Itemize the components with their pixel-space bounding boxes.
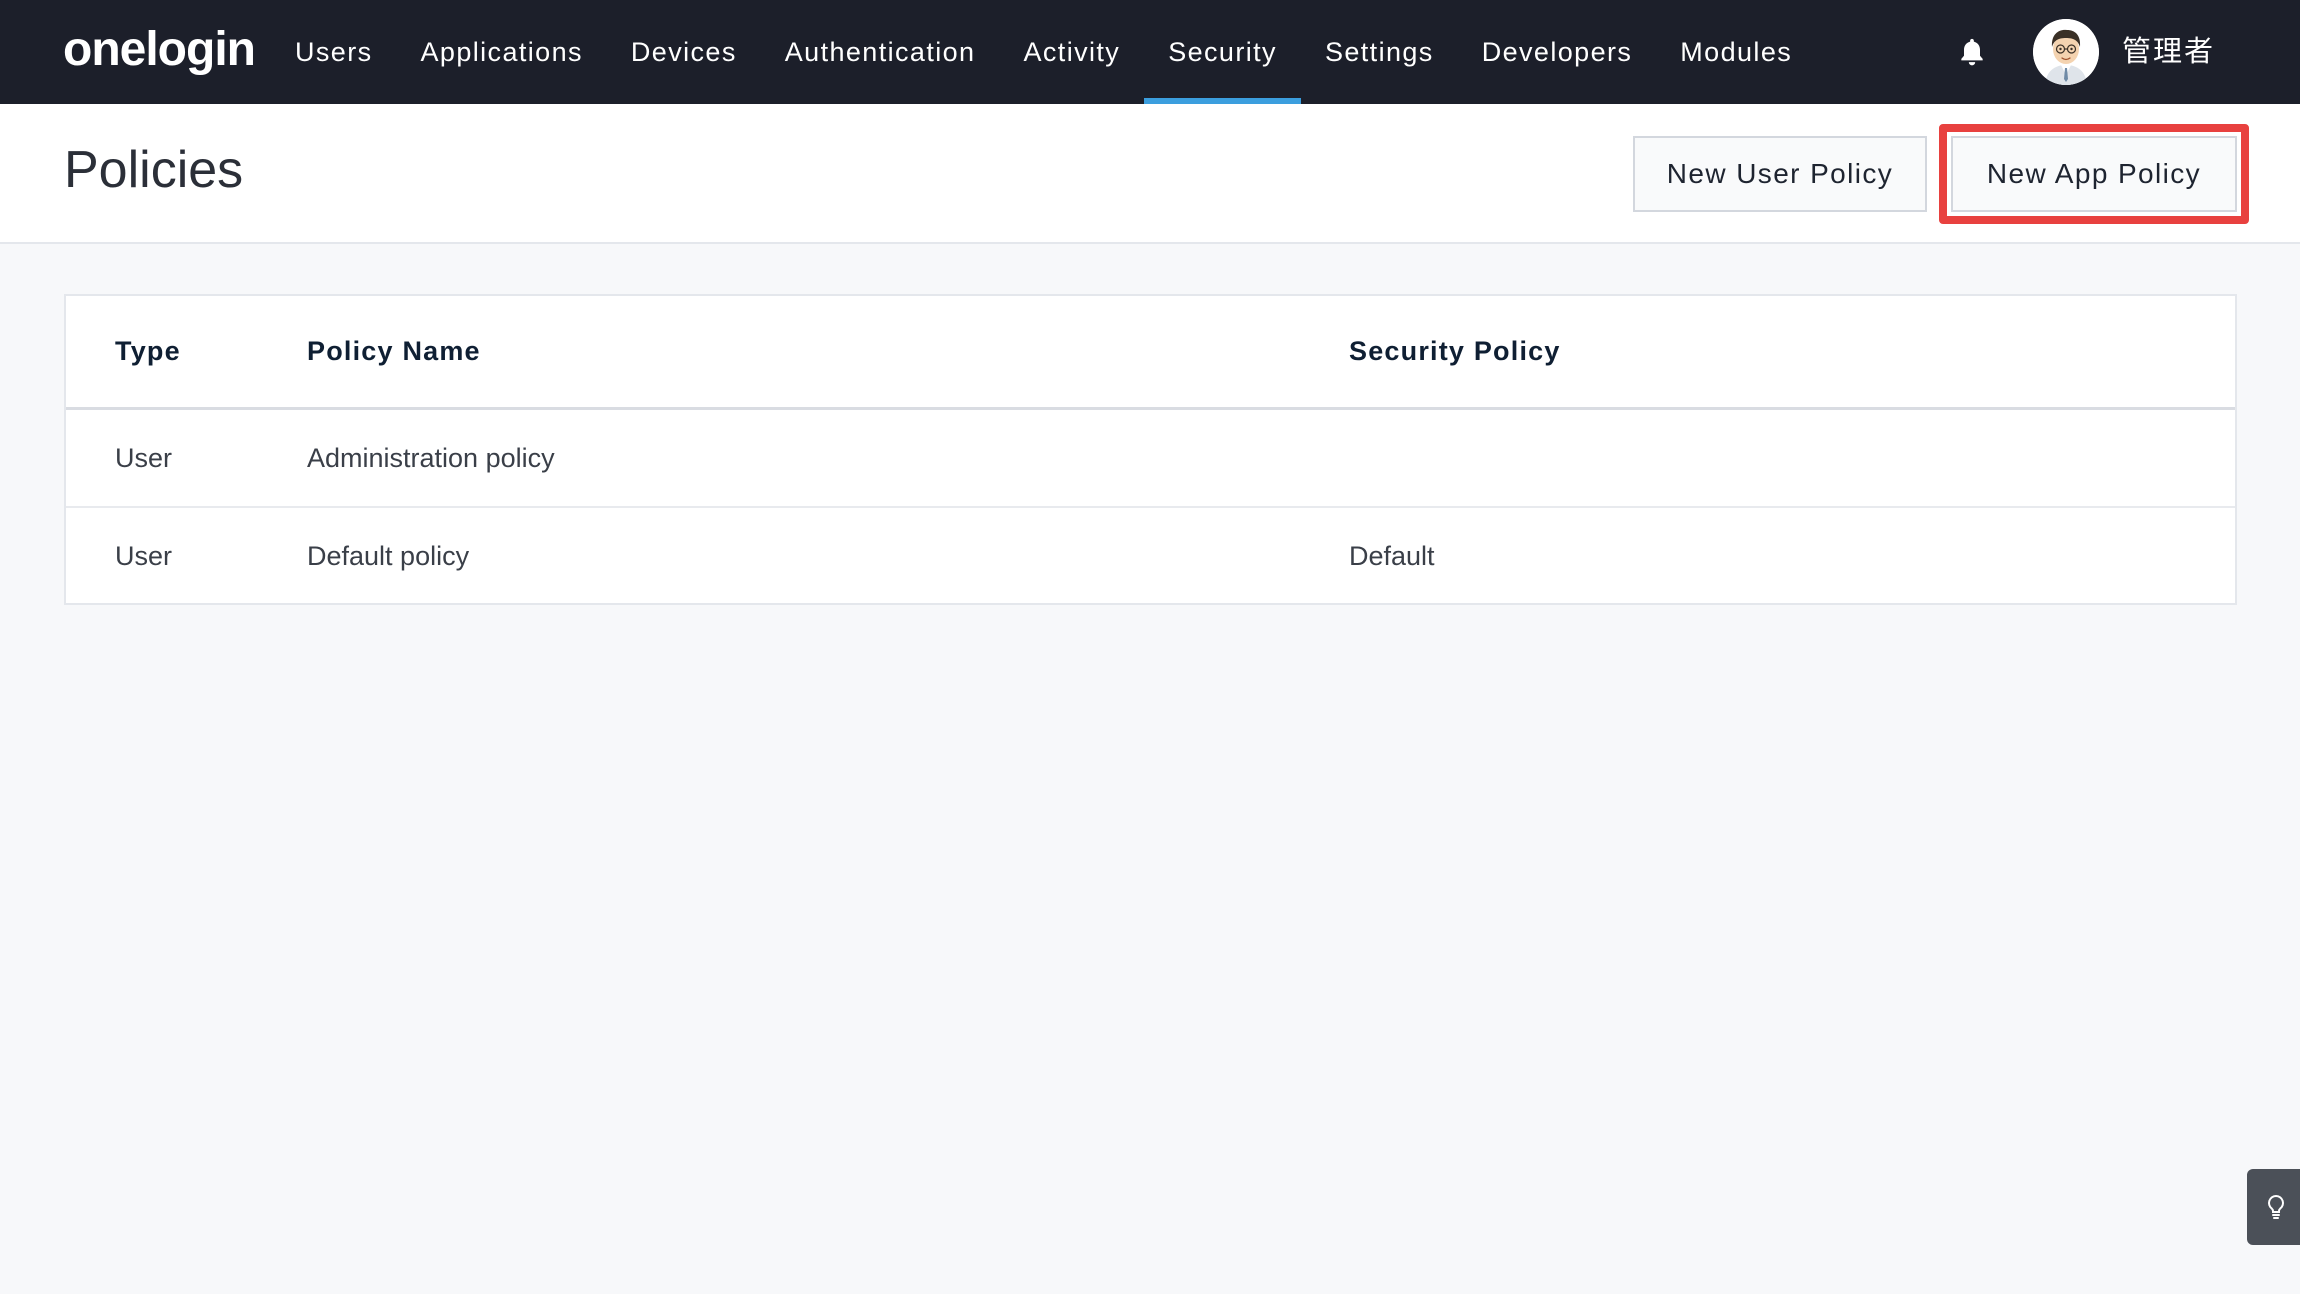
nav-item-modules[interactable]: Modules: [1656, 0, 1816, 104]
nav-item-developers[interactable]: Developers: [1458, 0, 1657, 104]
top-nav-bar: onelogin Users Applications Devices Auth…: [0, 0, 2300, 104]
lightbulb-icon: [2268, 1194, 2284, 1219]
nav-item-devices[interactable]: Devices: [607, 0, 761, 104]
nav-item-security[interactable]: Security: [1144, 0, 1301, 104]
table-row[interactable]: User Administration policy: [66, 410, 2235, 508]
nav-item-users[interactable]: Users: [271, 0, 397, 104]
help-tab[interactable]: [2247, 1169, 2300, 1245]
nav-item-activity[interactable]: Activity: [999, 0, 1144, 104]
page-header: Policies New User Policy New App Policy: [0, 104, 2300, 244]
column-header-security-policy[interactable]: Security Policy: [1349, 296, 1561, 407]
column-header-type[interactable]: Type: [115, 296, 181, 407]
nav-item-authentication[interactable]: Authentication: [761, 0, 1000, 104]
nav-item-applications[interactable]: Applications: [397, 0, 607, 104]
bell-icon[interactable]: [1956, 36, 1988, 68]
new-app-policy-button[interactable]: New App Policy: [1951, 136, 2237, 212]
table-header-row: Type Policy Name Security Policy: [66, 296, 2235, 410]
cell-type: User: [115, 541, 173, 571]
nav-item-settings[interactable]: Settings: [1301, 0, 1458, 104]
page-title: Policies: [64, 141, 244, 199]
user-name[interactable]: 管理者: [2122, 30, 2215, 72]
column-header-policy-name[interactable]: Policy Name: [307, 296, 481, 407]
cell-security-policy: Default: [1349, 541, 1435, 571]
cell-policy-name[interactable]: Administration policy: [307, 410, 555, 506]
policies-table: Type Policy Name Security Policy User Ad…: [64, 294, 2237, 605]
cell-type: User: [115, 442, 173, 473]
new-user-policy-button[interactable]: New User Policy: [1633, 136, 1927, 212]
onelogin-logo[interactable]: onelogin: [63, 20, 256, 80]
main-nav: Users Applications Devices Authenticatio…: [271, 0, 1816, 104]
table-row[interactable]: User Default policy Default: [66, 508, 2235, 605]
user-avatar[interactable]: [2033, 19, 2099, 85]
cell-policy-name[interactable]: Default policy: [307, 508, 469, 605]
